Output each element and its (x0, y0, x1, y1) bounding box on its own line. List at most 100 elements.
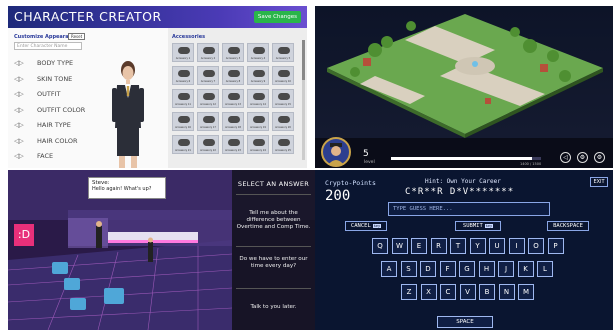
accessory-tile[interactable]: Accessory 23 (222, 135, 244, 154)
key-r[interactable]: R (430, 238, 447, 254)
cycle-arrows-icon[interactable]: ◁▷ (14, 90, 34, 98)
accessory-label: Accessory 16 (175, 126, 191, 129)
key-k[interactable]: K (517, 261, 534, 277)
cancel-label: CANCEL (350, 223, 371, 229)
accessory-tile[interactable]: Accessory 11 (172, 89, 194, 108)
key-h[interactable]: H (478, 261, 495, 277)
accessory-tile[interactable]: Accessory 3 (222, 43, 244, 62)
accessory-icon (228, 139, 240, 146)
key-s[interactable]: S (400, 261, 417, 277)
accessory-tile[interactable]: Accessory 24 (247, 135, 269, 154)
answer-option-2[interactable]: Do we have to enter our time every day? (236, 256, 311, 270)
key-m[interactable]: M (518, 284, 534, 300)
accessory-tile[interactable]: Accessory 20 (272, 112, 294, 131)
accessory-label: Accessory 1 (175, 57, 191, 60)
cycle-arrows-icon[interactable]: ◁▷ (14, 75, 34, 83)
cycle-arrows-icon[interactable]: ◁▷ (14, 121, 34, 129)
accessory-tile[interactable]: Accessory 2 (197, 43, 219, 62)
key-v[interactable]: V (459, 284, 476, 300)
accessory-icon (253, 93, 265, 100)
option-row-hair-type: ◁▷ HAIR TYPE (14, 120, 71, 130)
key-l[interactable]: L (537, 261, 553, 277)
save-changes-button[interactable]: Save Changes (253, 11, 301, 23)
answer-option-1[interactable]: Tell me about the difference between Ove… (236, 210, 311, 231)
accessory-icon (253, 139, 265, 146)
key-c[interactable]: C (440, 284, 456, 300)
accessory-tile[interactable]: Accessory 13 (222, 89, 244, 108)
cancel-button[interactable]: CANCEL key (345, 221, 387, 231)
key-i[interactable]: I (508, 238, 525, 254)
accessory-tile[interactable]: Accessory 9 (247, 66, 269, 85)
key-x[interactable]: X (420, 284, 437, 300)
isometric-city-map[interactable] (315, 6, 613, 138)
accessories-scroll-thumb[interactable] (302, 40, 305, 80)
accessory-tile[interactable]: Accessory 10 (272, 66, 294, 85)
accessory-tile[interactable]: Accessory 21 (172, 135, 194, 154)
key-o[interactable]: O (528, 238, 544, 254)
option-row-outfit-color: ◁▷ OUTFIT COLOR (14, 105, 85, 115)
options-icon[interactable]: ⚙ (594, 152, 605, 163)
key-d[interactable]: D (420, 261, 436, 277)
submit-label: SUBMIT (462, 223, 483, 229)
submit-button[interactable]: SUBMIT key (455, 221, 501, 231)
submit-key-badge: key (484, 223, 494, 228)
backspace-button[interactable]: BACKSPACE (547, 221, 589, 231)
accessory-tile[interactable]: Accessory 4 (247, 43, 269, 62)
guess-input[interactable]: TYPE GUESS HERE... (388, 202, 550, 216)
answer-divider (236, 194, 311, 195)
accessory-tile[interactable]: Accessory 14 (247, 89, 269, 108)
dialogue-bubble: Steve: Hello again! What's up? (88, 177, 166, 199)
cycle-arrows-icon[interactable]: ◁▷ (14, 106, 34, 114)
option-label: HAIR COLOR (37, 136, 78, 145)
answer-option-3[interactable]: Talk to you later. (236, 304, 311, 311)
key-e[interactable]: E (411, 238, 427, 254)
cycle-arrows-icon[interactable]: ◁▷ (14, 152, 34, 160)
accessory-tile[interactable]: Accessory 8 (222, 66, 244, 85)
accessory-icon (278, 139, 290, 146)
accessory-tile[interactable]: Accessory 19 (247, 112, 269, 131)
key-g[interactable]: G (459, 261, 475, 277)
key-f[interactable]: F (439, 261, 456, 277)
character-name-input[interactable]: Enter Character Name (14, 42, 82, 50)
option-label: SKIN TONE (37, 74, 73, 83)
accessory-tile[interactable]: Accessory 12 (197, 89, 219, 108)
accessory-tile[interactable]: Accessory 22 (197, 135, 219, 154)
key-u[interactable]: U (489, 238, 505, 254)
accessory-tile[interactable]: Accessory 15 (272, 89, 294, 108)
key-z[interactable]: Z (401, 284, 417, 300)
key-a[interactable]: A (381, 261, 397, 277)
key-j[interactable]: J (498, 261, 514, 277)
key-b[interactable]: B (479, 284, 495, 300)
key-t[interactable]: T (450, 238, 466, 254)
accessory-icon (178, 70, 190, 77)
back-icon[interactable]: ◁ (560, 152, 571, 163)
cycle-arrows-icon[interactable]: ◁▷ (14, 59, 34, 67)
accessory-icon (178, 93, 190, 100)
accessory-tile[interactable]: Accessory 1 (172, 43, 194, 62)
accessory-tile[interactable]: Accessory 18 (222, 112, 244, 131)
exit-button[interactable]: EXIT (590, 177, 608, 187)
accessory-tile[interactable]: Accessory 6 (172, 66, 194, 85)
accessory-tile[interactable]: Accessory 7 (197, 66, 219, 85)
key-n[interactable]: N (498, 284, 515, 300)
space-key[interactable]: SPACE (437, 316, 493, 328)
key-y[interactable]: Y (469, 238, 486, 254)
option-row-face: ◁▷ FACE (14, 151, 53, 161)
accessory-label: Accessory 22 (200, 149, 216, 152)
accessory-tile[interactable]: Accessory 17 (197, 112, 219, 131)
settings-icon[interactable]: ⚙ (577, 152, 588, 163)
accessory-tile[interactable]: Accessory 25 (272, 135, 294, 154)
accessory-tile[interactable]: Accessory 16 (172, 112, 194, 131)
accessory-icon (278, 70, 290, 77)
reset-button[interactable]: Reset (68, 33, 86, 40)
player-portrait[interactable] (321, 137, 351, 167)
key-p[interactable]: P (547, 238, 564, 254)
answer-panel: SELECT AN ANSWER Tell me about the diffe… (232, 170, 315, 330)
puzzle-text: C*R**R D*V******* (405, 187, 515, 197)
accessory-icon (203, 47, 215, 54)
cycle-arrows-icon[interactable]: ◁▷ (14, 137, 34, 145)
key-q[interactable]: Q (372, 238, 388, 254)
appearance-column: Customize Appearance Reset Enter Charact… (8, 28, 168, 168)
key-w[interactable]: W (391, 238, 408, 254)
accessory-tile[interactable]: Accessory 5 (272, 43, 294, 62)
